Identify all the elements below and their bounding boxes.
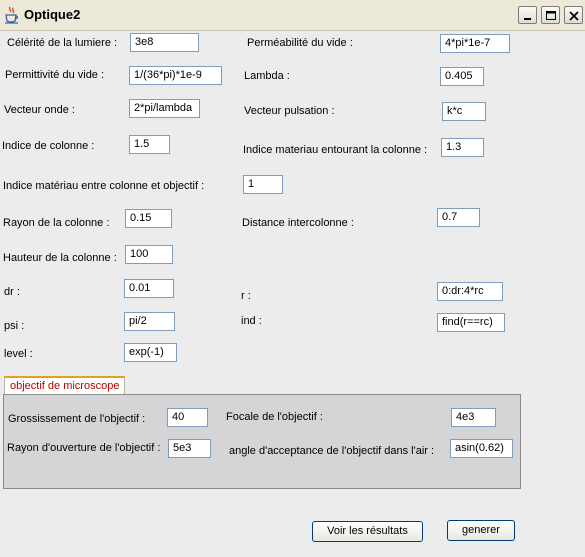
psi-field[interactable]: pi/2	[124, 312, 175, 331]
hauteur-colonne-field[interactable]: 100	[125, 245, 173, 264]
rayon-colonne-label: Rayon de la colonne :	[3, 217, 110, 229]
rayon-ouverture-field[interactable]: 5e3	[168, 439, 211, 458]
psi-label: psi :	[4, 320, 25, 332]
permeabilite-field[interactable]: 4*pi*1e-7	[440, 34, 510, 53]
minimize-button[interactable]	[518, 6, 537, 24]
indice-entre-field[interactable]: 1	[243, 175, 283, 194]
celerite-label: Célérité de la lumiere :	[7, 37, 118, 49]
dr-field[interactable]: 0.01	[124, 279, 174, 298]
permittivite-label: Permittivité du vide :	[5, 69, 105, 81]
focale-label: Focale de l'objectif :	[226, 411, 323, 423]
hauteur-colonne-label: Hauteur de la colonne :	[3, 252, 117, 264]
maximize-button[interactable]	[541, 6, 560, 24]
indice-entourant-field[interactable]: 1.3	[441, 138, 484, 157]
maximize-icon	[546, 11, 556, 20]
grossissement-field[interactable]: 40	[167, 408, 208, 427]
dr-label: dr :	[4, 286, 20, 298]
java-cup-icon	[4, 6, 20, 24]
indice-entre-label: Indice matériau entre colonne et objecti…	[3, 180, 205, 192]
voir-resultats-button[interactable]: Voir les résultats	[312, 521, 423, 542]
window-title: Optique2	[24, 7, 81, 22]
r-label: r :	[241, 290, 251, 302]
vecteur-onde-label: Vecteur onde :	[4, 104, 75, 116]
ind-field[interactable]: find(r==rc)	[437, 313, 505, 332]
angle-acceptance-field[interactable]: asin(0.62)	[450, 439, 513, 458]
distance-intercolonne-label: Distance intercolonne :	[242, 217, 354, 229]
main-panel: Célérité de la lumiere : 3e8 Perméabilit…	[0, 31, 585, 557]
objectif-panel: Grossissement de l'objectif : 40 Focale …	[3, 394, 521, 489]
celerite-field[interactable]: 3e8	[130, 33, 199, 52]
title-bar: Optique2	[0, 0, 585, 31]
permeabilite-label: Perméabilité du vide :	[247, 37, 353, 49]
level-field[interactable]: exp(-1)	[124, 343, 177, 362]
permittivite-field[interactable]: 1/(36*pi)*1e-9	[129, 66, 222, 85]
lambda-label: Lambda :	[244, 70, 290, 82]
rayon-ouverture-label: Rayon d'ouverture de l'objectif :	[7, 442, 161, 454]
lambda-field[interactable]: 0.405	[440, 67, 484, 86]
indice-colonne-label: Indice de colonne :	[2, 140, 95, 152]
angle-acceptance-label: angle d'acceptance de l'objectif dans l'…	[229, 445, 435, 457]
close-icon	[569, 11, 579, 21]
vecteur-pulsation-field[interactable]: k*c	[442, 102, 486, 121]
grossissement-label: Grossissement de l'objectif :	[8, 413, 146, 425]
rayon-colonne-field[interactable]: 0.15	[125, 209, 172, 228]
minimize-icon	[524, 18, 531, 20]
generer-button[interactable]: generer	[447, 520, 515, 541]
vecteur-onde-field[interactable]: 2*pi/lambda	[129, 99, 200, 118]
ind-label: ind :	[241, 315, 262, 327]
distance-intercolonne-field[interactable]: 0.7	[437, 208, 480, 227]
indice-colonne-field[interactable]: 1.5	[129, 135, 170, 154]
r-field[interactable]: 0:dr:4*rc	[437, 282, 503, 301]
level-label: level :	[4, 348, 33, 360]
indice-entourant-label: Indice materiau entourant la colonne :	[243, 144, 428, 156]
tab-objectif-de-microscope[interactable]: objectif de microscope	[4, 376, 125, 395]
vecteur-pulsation-label: Vecteur pulsation :	[244, 105, 335, 117]
focale-field[interactable]: 4e3	[451, 408, 496, 427]
close-button[interactable]	[564, 6, 583, 24]
